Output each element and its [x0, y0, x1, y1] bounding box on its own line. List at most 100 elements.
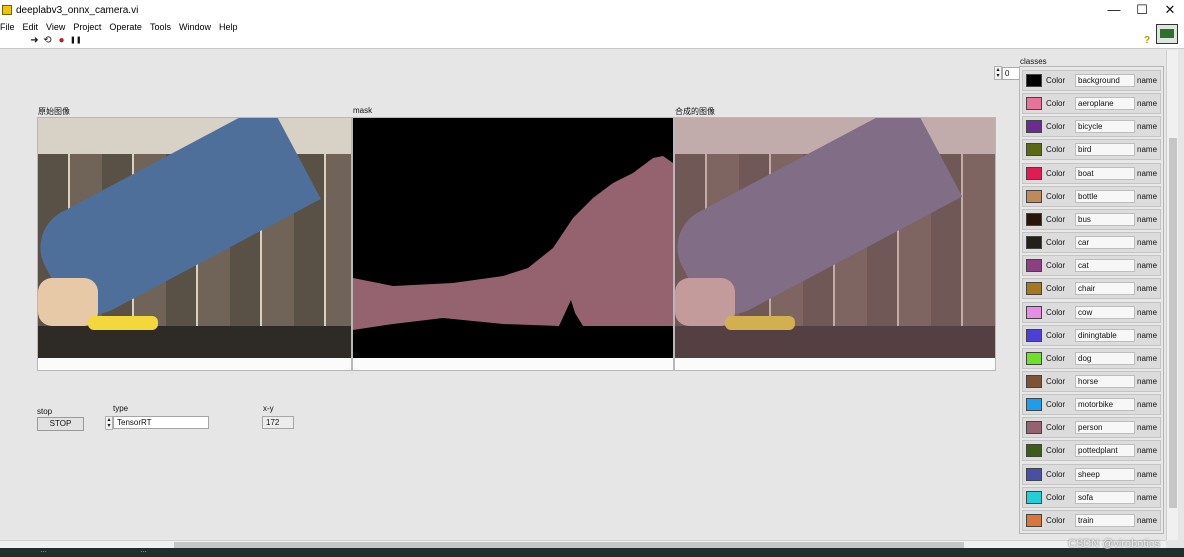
color-swatch[interactable]: [1026, 166, 1042, 180]
menu-project[interactable]: Project: [73, 22, 101, 32]
class-row-person: Color person name: [1022, 417, 1161, 439]
color-swatch[interactable]: [1026, 513, 1042, 527]
color-swatch[interactable]: [1026, 282, 1042, 296]
composite-image-display[interactable]: [674, 117, 996, 371]
taskbar-item[interactable]: …: [40, 547, 47, 554]
class-row-motorbike: Color motorbike name: [1022, 394, 1161, 416]
class-name-field[interactable]: train: [1075, 513, 1135, 527]
class-name-field[interactable]: dog: [1075, 351, 1135, 365]
color-swatch[interactable]: [1026, 351, 1042, 365]
class-row-aeroplane: Color aeroplane name: [1022, 93, 1161, 115]
class-row-boat: Color boat name: [1022, 162, 1161, 184]
class-name-field[interactable]: diningtable: [1075, 328, 1135, 342]
class-name-field[interactable]: cat: [1075, 259, 1135, 273]
class-name-field[interactable]: motorbike: [1075, 398, 1135, 412]
color-swatch[interactable]: [1026, 74, 1042, 87]
maximize-button[interactable]: ☐: [1128, 0, 1156, 20]
xy-indicator: 172: [262, 416, 294, 429]
taskbar-item[interactable]: …: [140, 547, 147, 554]
color-swatch[interactable]: [1026, 212, 1042, 226]
pause-icon[interactable]: ❚❚: [70, 35, 82, 46]
menu-file[interactable]: File: [0, 22, 15, 32]
horizontal-scrollbar[interactable]: [0, 540, 1166, 548]
run-arrow-icon[interactable]: ➜: [29, 35, 40, 46]
abort-execution-icon[interactable]: ●: [56, 35, 67, 46]
menu-edit[interactable]: Edit: [23, 22, 39, 32]
run-continuously-icon[interactable]: ⟲: [42, 35, 53, 46]
name-label: name: [1137, 191, 1158, 201]
menu-help[interactable]: Help: [219, 22, 238, 32]
type-ring-arrows-icon[interactable]: ▴ ▾: [105, 416, 113, 430]
color-label: Color: [1046, 446, 1066, 456]
original-image-display[interactable]: [37, 117, 352, 371]
original-image-label: 原始图像: [38, 107, 70, 116]
array-index-field[interactable]: 0: [1002, 67, 1020, 80]
array-index-spinner-icon[interactable]: ▴ ▾: [994, 66, 1002, 80]
stop-button[interactable]: STOP: [37, 417, 84, 431]
class-name-field[interactable]: bird: [1075, 143, 1135, 157]
color-swatch[interactable]: [1026, 374, 1042, 388]
name-label: name: [1137, 515, 1158, 525]
color-swatch[interactable]: [1026, 259, 1042, 273]
csdn-watermark: CSDN @virobotics: [1068, 538, 1160, 550]
color-swatch[interactable]: [1026, 490, 1042, 504]
vertical-scroll-thumb[interactable]: [1169, 138, 1177, 508]
color-swatch[interactable]: [1026, 305, 1042, 319]
class-name-field[interactable]: chair: [1075, 282, 1135, 296]
class-name-field[interactable]: aeroplane: [1075, 97, 1135, 111]
class-row-background: Color background name: [1022, 70, 1161, 91]
class-name-field[interactable]: pottedplant: [1075, 444, 1135, 458]
name-label: name: [1137, 76, 1158, 85]
color-label: Color: [1046, 145, 1066, 155]
color-swatch[interactable]: [1026, 120, 1042, 134]
mask-display[interactable]: [352, 117, 674, 371]
class-row-bus: Color bus name: [1022, 208, 1161, 230]
class-name-field[interactable]: sofa: [1075, 490, 1135, 504]
class-name-field[interactable]: background: [1075, 74, 1135, 87]
class-name-field[interactable]: horse: [1075, 374, 1135, 388]
close-button[interactable]: ✕: [1156, 0, 1184, 20]
type-selector[interactable]: TensorRT: [113, 416, 209, 429]
class-row-pottedplant: Color pottedplant name: [1022, 440, 1161, 462]
name-label: name: [1137, 284, 1158, 294]
classes-label: classes: [1020, 57, 1047, 66]
class-name-field[interactable]: cow: [1075, 305, 1135, 319]
class-name-field[interactable]: person: [1075, 421, 1135, 435]
color-swatch[interactable]: [1026, 236, 1042, 250]
menu-operate[interactable]: Operate: [109, 22, 142, 32]
color-swatch[interactable]: [1026, 398, 1042, 412]
menu-tools[interactable]: Tools: [150, 22, 171, 32]
class-row-sheep: Color sheep name: [1022, 463, 1161, 485]
class-name-field[interactable]: boat: [1075, 166, 1135, 180]
name-label: name: [1137, 446, 1158, 456]
class-name-field[interactable]: bottle: [1075, 189, 1135, 203]
title-bar: deeplabv3_onnx_camera.vi — ☐ ✕: [0, 0, 1184, 20]
color-label: Color: [1046, 469, 1066, 479]
color-label: Color: [1046, 330, 1066, 340]
vertical-scrollbar[interactable]: [1166, 50, 1178, 540]
stop-label: stop: [37, 407, 53, 416]
name-label: name: [1137, 376, 1158, 386]
labview-app-icon: [2, 5, 12, 15]
color-swatch[interactable]: [1026, 189, 1042, 203]
color-label: Color: [1046, 214, 1066, 224]
color-swatch[interactable]: [1026, 97, 1042, 111]
class-name-field[interactable]: sheep: [1075, 467, 1135, 481]
color-swatch[interactable]: [1026, 421, 1042, 435]
class-name-field[interactable]: bus: [1075, 212, 1135, 226]
minimize-button[interactable]: —: [1100, 0, 1128, 20]
name-label: name: [1137, 492, 1158, 502]
color-label: Color: [1046, 284, 1066, 294]
context-help-icon[interactable]: ?: [1144, 36, 1152, 46]
color-swatch[interactable]: [1026, 467, 1042, 481]
class-name-field[interactable]: bicycle: [1075, 120, 1135, 134]
mask-label: mask: [353, 106, 373, 115]
menu-view[interactable]: View: [46, 22, 65, 32]
menu-window[interactable]: Window: [179, 22, 211, 32]
class-name-field[interactable]: car: [1075, 236, 1135, 250]
desk-surface: [38, 326, 351, 358]
class-row-bicycle: Color bicycle name: [1022, 116, 1161, 138]
color-swatch[interactable]: [1026, 444, 1042, 458]
color-swatch[interactable]: [1026, 328, 1042, 342]
color-swatch[interactable]: [1026, 143, 1042, 157]
